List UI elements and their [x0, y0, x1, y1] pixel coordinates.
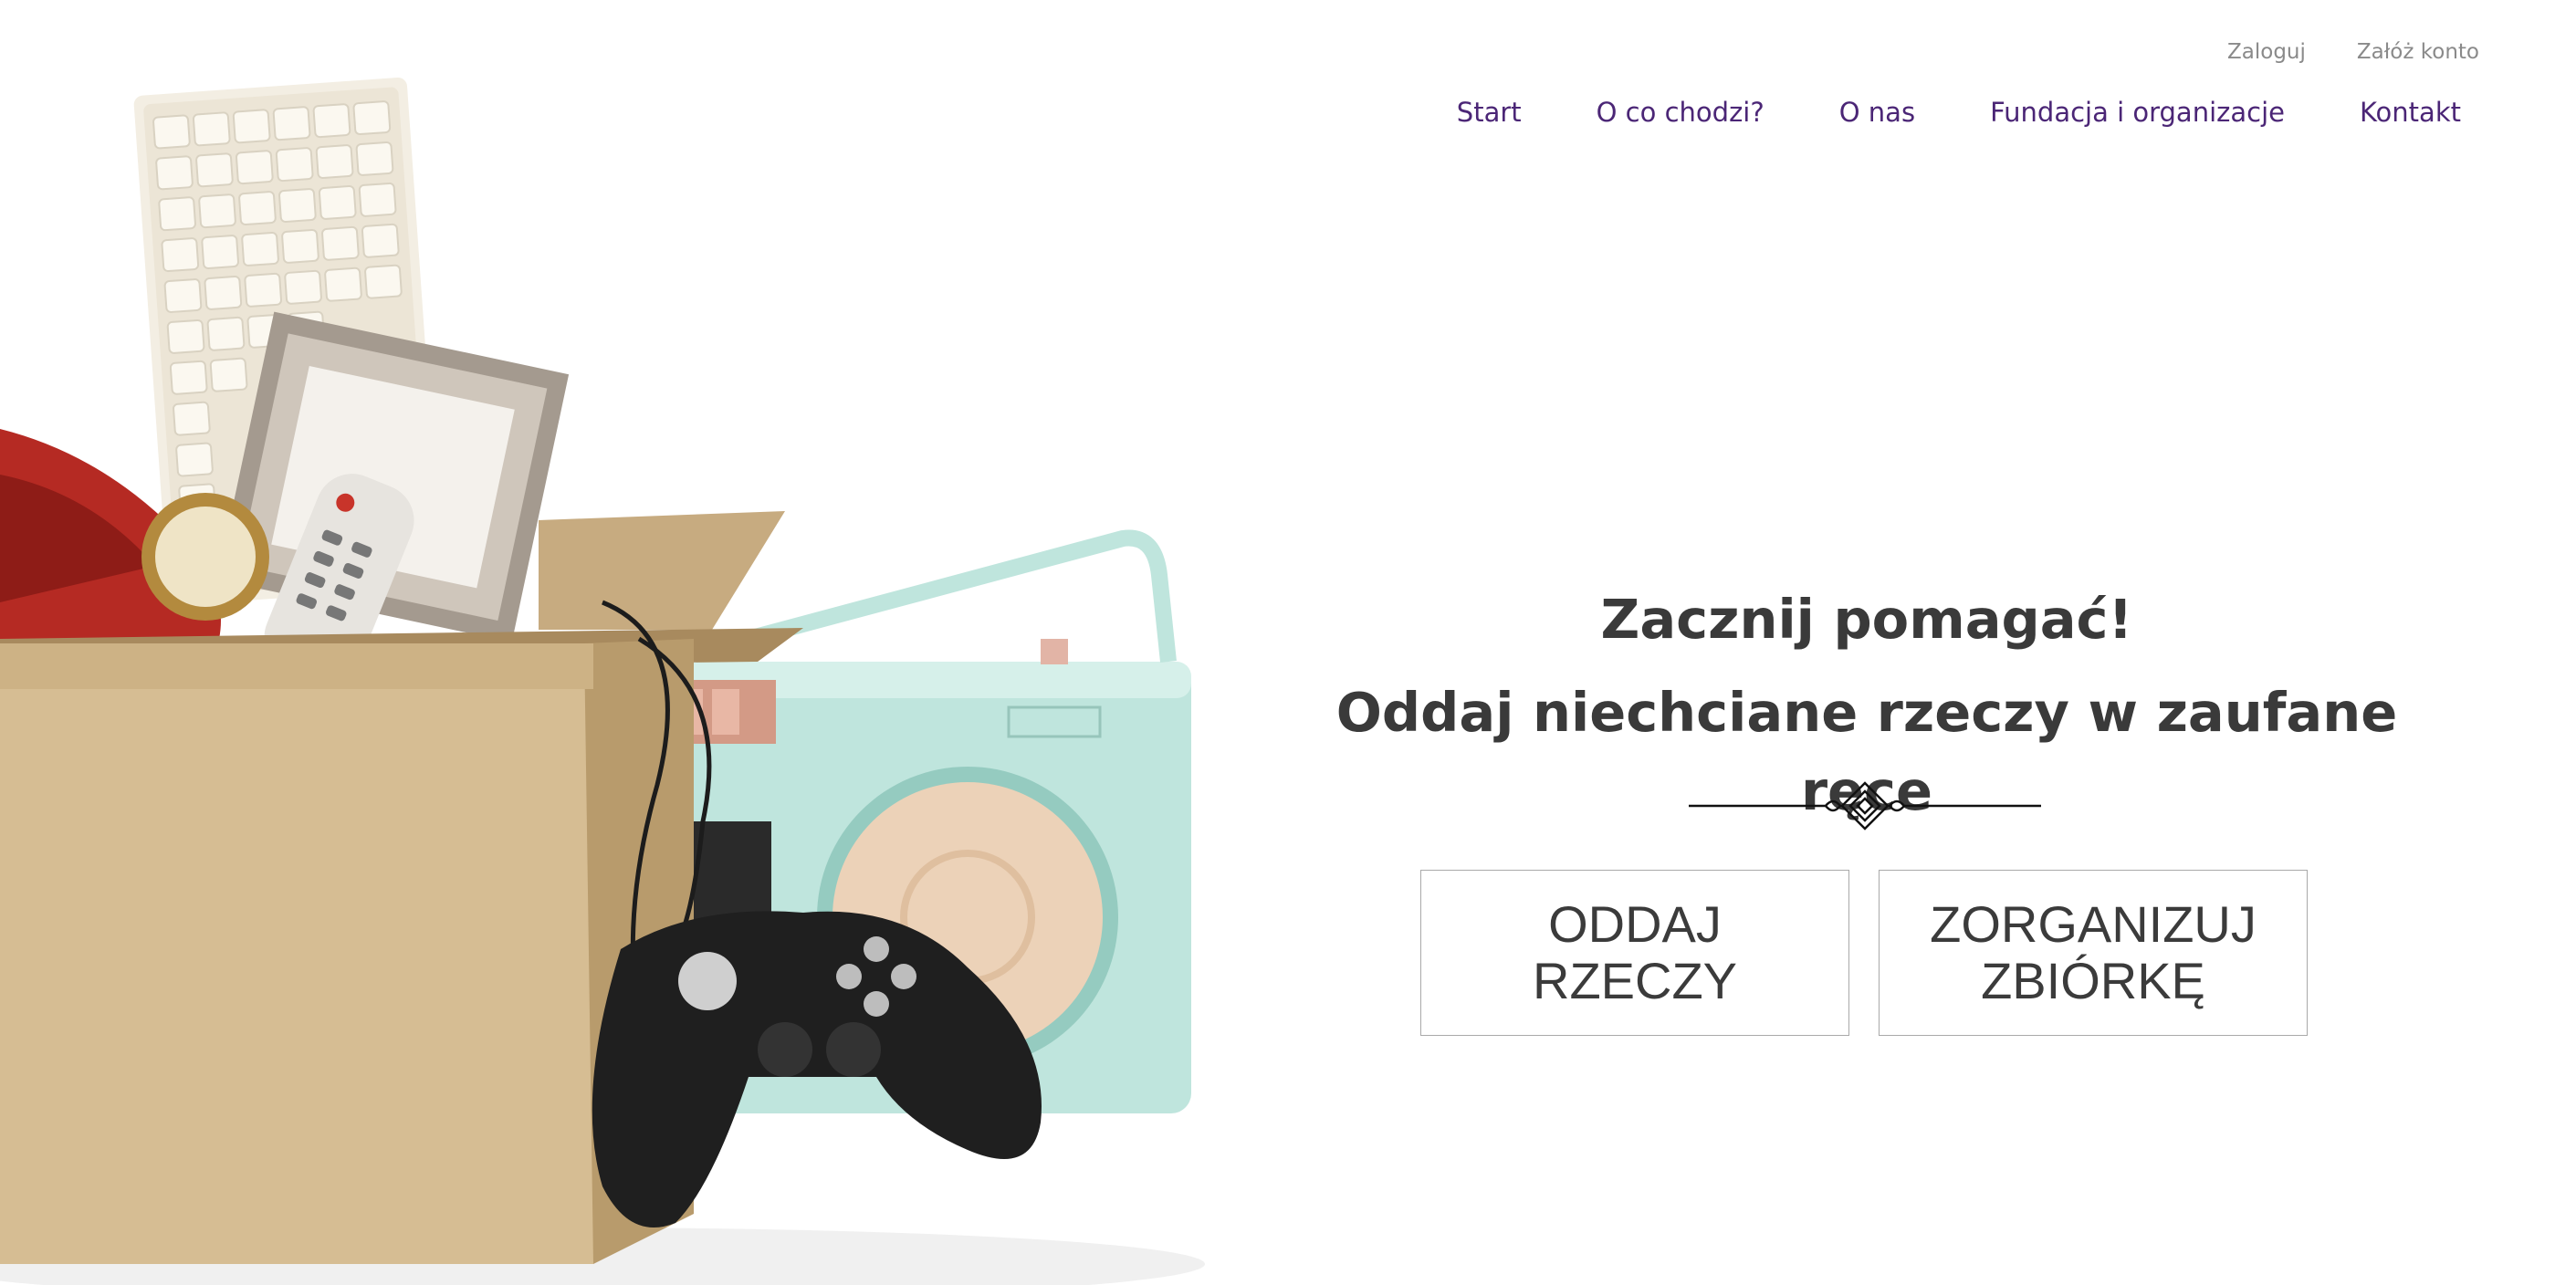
- organize-label-line1: ZORGANIZUJ: [1930, 895, 2257, 953]
- nav-item-contact[interactable]: Kontakt: [2360, 97, 2461, 128]
- nav-item-foundations[interactable]: Fundacja i organizacje: [1990, 97, 2285, 128]
- hero-image: [0, 0, 1205, 1285]
- auth-links: Zaloguj Załóż konto: [2227, 40, 2479, 64]
- nav-item-about-us[interactable]: O nas: [1839, 97, 1915, 128]
- register-link[interactable]: Załóż konto: [2357, 40, 2479, 64]
- main-nav: Start O co chodzi? O nas Fundacja i orga…: [1457, 97, 2461, 128]
- organize-collection-button[interactable]: ZORGANIZUJ ZBIÓRKĘ: [1879, 870, 2308, 1036]
- ornament-divider-icon: [1689, 781, 2041, 831]
- hero-title: Zacznij pomagać!: [1600, 588, 2133, 651]
- login-link[interactable]: Zaloguj: [2227, 40, 2306, 64]
- nav-item-start[interactable]: Start: [1457, 97, 1522, 128]
- give-items-label-line2: RZECZY: [1533, 952, 1737, 1009]
- organize-label-line2: ZBIÓRKĘ: [1981, 952, 2205, 1009]
- give-items-button[interactable]: ODDAJ RZECZY: [1420, 870, 1849, 1036]
- give-items-label-line1: ODDAJ: [1548, 895, 1722, 953]
- nav-item-about-idea[interactable]: O co chodzi?: [1597, 97, 1764, 128]
